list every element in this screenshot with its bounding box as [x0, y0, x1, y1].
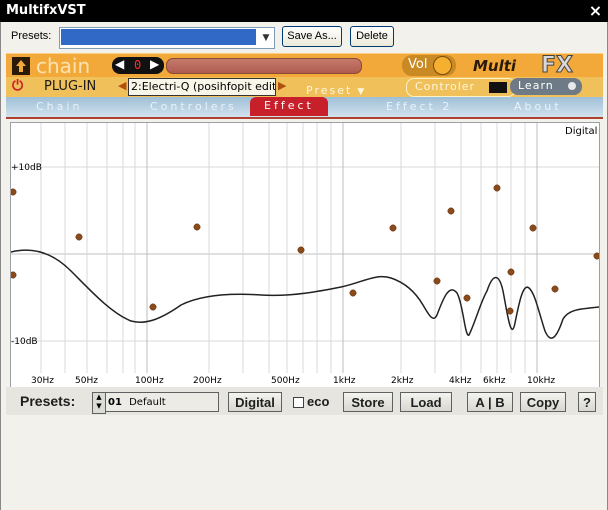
preset-spinner[interactable]: ▲ ▼ — [92, 392, 106, 414]
freq-label: 2kHz — [391, 376, 414, 386]
save-as-button[interactable]: Save As... — [282, 26, 342, 47]
freq-axis-labels: 30Hz 50Hz 100Hz 200Hz 500Hz 1kHz 2kHz 4k… — [31, 376, 555, 386]
copy-button[interactable]: Copy — [520, 392, 566, 412]
tab-bar: Chain Controlers Effect Effect 2 About — [6, 97, 603, 119]
graph-mode-label: Digital — [565, 126, 597, 137]
vol-knob-icon[interactable] — [433, 56, 452, 75]
plugin-next-icon[interactable]: ▶ — [278, 79, 286, 92]
eq-band-handle[interactable] — [506, 307, 514, 315]
eq-band-handle[interactable] — [11, 188, 17, 196]
plugin-prev-icon[interactable]: ◀ — [118, 79, 126, 92]
controler-toggle[interactable]: Controler — [406, 78, 516, 97]
eq-band-handle[interactable] — [75, 233, 83, 241]
counter-right-arrow-icon[interactable]: ▶ — [150, 57, 159, 71]
plugin-in-label: PLUG-IN — [44, 79, 97, 94]
preset-chevron-icon[interactable]: ▼ — [357, 87, 364, 97]
eq-band-handle[interactable] — [447, 207, 455, 215]
freq-label: 50Hz — [75, 376, 98, 386]
learn-button[interactable]: Learn — [510, 78, 582, 95]
power-icon[interactable]: ⏻ — [12, 78, 23, 94]
close-icon[interactable]: × — [587, 2, 604, 19]
window-title: MultifxVST — [6, 3, 86, 18]
eq-band-handle[interactable] — [193, 223, 201, 231]
logo-fx: FX — [541, 53, 574, 79]
delete-button[interactable]: Delete — [350, 26, 394, 47]
learn-indicator-icon — [568, 82, 576, 90]
vol-label: Vol — [408, 57, 428, 72]
preset-name-field[interactable]: 01 Default — [105, 392, 219, 412]
controler-swatch — [489, 82, 507, 93]
presets-label: Presets: — [11, 30, 52, 42]
tab-effect[interactable]: Effect — [250, 97, 328, 116]
presets-dropdown[interactable]: ▼ — [59, 27, 275, 49]
tab-about[interactable]: About — [514, 100, 562, 113]
freq-label: 30Hz — [31, 376, 54, 386]
eco-label: eco — [307, 394, 330, 409]
host-presets-bar: Presets: ▼ Save As... Delete — [0, 22, 608, 52]
eq-band-handle[interactable] — [349, 289, 357, 297]
tab-chain[interactable]: Chain — [36, 100, 82, 113]
eq-band-handle[interactable] — [297, 246, 305, 254]
eq-band-handle[interactable] — [149, 303, 157, 311]
chain-label: chain — [36, 54, 91, 78]
learn-label: Learn — [518, 79, 554, 92]
eco-checkbox[interactable] — [293, 397, 304, 408]
freq-label: 200Hz — [193, 376, 222, 386]
freq-label: 1kHz — [333, 376, 356, 386]
tab-controlers[interactable]: Controlers — [150, 100, 237, 113]
eq-band-handle[interactable] — [507, 268, 515, 276]
chain-up-icon[interactable] — [11, 56, 31, 76]
plugin-header: chain ◀ 0 ▶ Vol Multi FX — [6, 53, 603, 79]
eq-graph-canvas[interactable]: Digital +10dB -10dB 30Hz 50Hz 100Hz 200H… — [11, 123, 599, 387]
counter-value: 0 — [134, 58, 142, 72]
help-button[interactable]: ? — [578, 392, 596, 412]
spin-up-icon[interactable]: ▲ — [93, 393, 105, 402]
eq-band-handle[interactable] — [463, 294, 471, 302]
ab-button[interactable]: A | B — [467, 392, 513, 412]
preset-name: Default — [129, 397, 166, 408]
plugin-name: 2:Electri-Q (posihfopit editi... — [131, 80, 276, 93]
chain-slider-track[interactable] — [166, 58, 362, 74]
title-bar: MultifxVST × — [0, 0, 608, 22]
tab-effect-2[interactable]: Effect 2 — [386, 100, 452, 113]
freq-label: 4kHz — [449, 376, 472, 386]
db-label-bottom: -10dB — [11, 337, 38, 347]
freq-label: 6kHz — [483, 376, 506, 386]
load-button[interactable]: Load — [400, 392, 452, 412]
eq-band-handle[interactable] — [11, 271, 17, 279]
counter-left-arrow-icon[interactable]: ◀ — [115, 57, 124, 71]
grid-lines — [11, 123, 599, 373]
freq-label: 500Hz — [271, 376, 300, 386]
store-button[interactable]: Store — [343, 392, 393, 412]
eq-band-handle[interactable] — [593, 252, 599, 260]
preset-number: 01 — [108, 397, 122, 408]
freq-label: 100Hz — [135, 376, 164, 386]
plugin-name-field[interactable]: 2:Electri-Q (posihfopit editi... — [128, 78, 276, 96]
eq-band-handle[interactable] — [493, 184, 501, 192]
multifx-logo: Multi FX — [471, 53, 601, 79]
plugin-selector-bar: ⏻ PLUG-IN ◀ 2:Electri-Q (posihfopit edit… — [6, 77, 603, 97]
eq-band-handle[interactable] — [389, 224, 397, 232]
freq-label: 10kHz — [527, 376, 555, 386]
eq-band-handle[interactable] — [433, 277, 441, 285]
volume-control[interactable]: Vol — [402, 55, 456, 76]
eq-band-handle[interactable] — [529, 224, 537, 232]
digital-button[interactable]: Digital — [228, 392, 282, 412]
eq-band-handle[interactable] — [551, 285, 559, 293]
chevron-down-icon[interactable]: ▼ — [258, 28, 274, 48]
db-label-top: +10dB — [11, 163, 42, 173]
controler-label: Controler — [415, 80, 476, 93]
presets-selection — [61, 29, 256, 45]
bottom-presets-label: Presets: — [20, 393, 76, 409]
chain-counter[interactable]: ◀ 0 ▶ — [112, 57, 164, 74]
preset-menu-label: Preset — [306, 84, 353, 97]
spin-down-icon[interactable]: ▼ — [93, 402, 105, 411]
eq-graph[interactable]: Digital +10dB -10dB 30Hz 50Hz 100Hz 200H… — [10, 122, 600, 388]
preset-menu[interactable]: Preset ▼ — [306, 79, 396, 97]
bottom-toolbar: Presets: ▲ ▼ 01 Default Digital eco Stor… — [6, 387, 603, 415]
logo-multi: Multi — [473, 57, 517, 75]
